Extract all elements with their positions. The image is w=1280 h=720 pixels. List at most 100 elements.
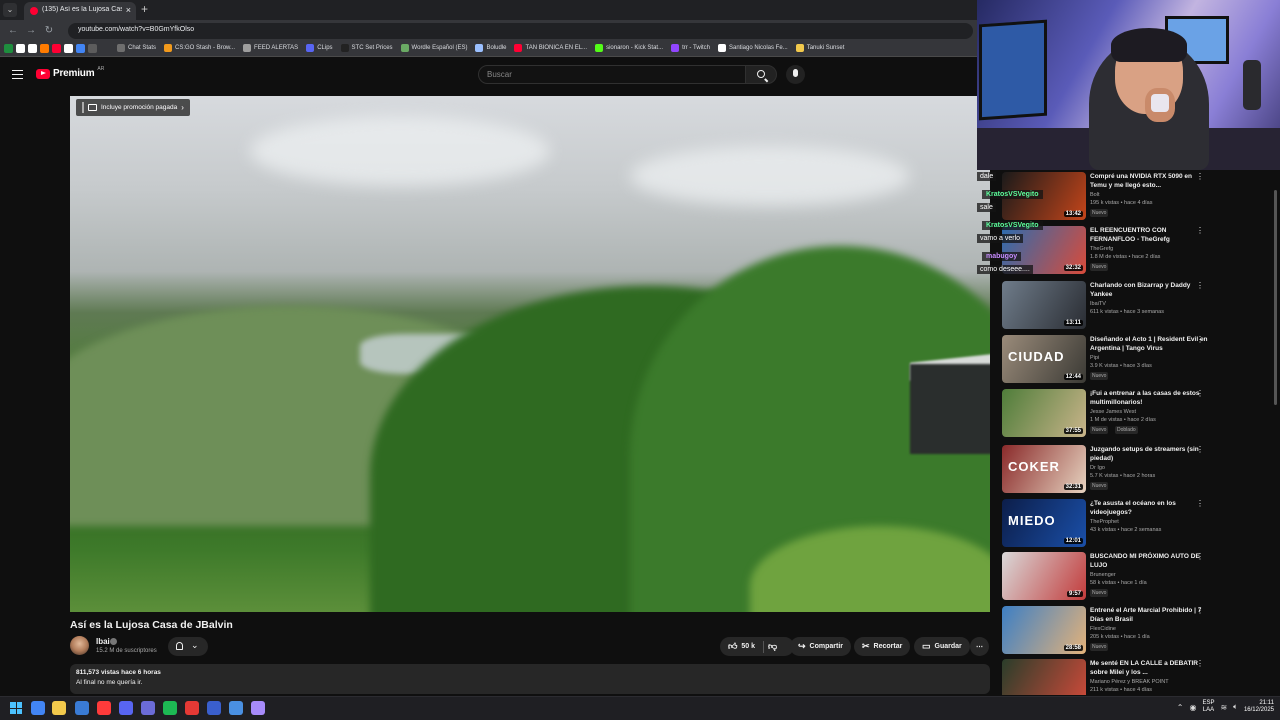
recommended-video[interactable]: MIEDO 12:01 ¿Te asusta el océano en los vi… <box>1002 499 1262 549</box>
recommended-video[interactable]: Me senté EN LA CALLE a DEBATIR sobre Mil… <box>1002 659 1262 695</box>
video-menu-icon[interactable]: ⋮ <box>1196 552 1204 561</box>
voice-search-mic-icon[interactable] <box>786 65 805 84</box>
bookmark-item[interactable]: Santiago Nicolas Fe... <box>717 44 788 52</box>
video-thumbnail[interactable]: 28:58 <box>1002 606 1086 654</box>
taskbar-app-icon[interactable] <box>119 701 133 715</box>
recommended-video[interactable]: CIUDAD 12:44 Diseñando el Acto 1 | Residen… <box>1002 335 1262 385</box>
channel-name[interactable]: Jesse James West <box>1090 409 1136 415</box>
video-thumbnail[interactable]: CIUDAD 12:44 <box>1002 335 1086 383</box>
tab-close-icon[interactable]: × <box>126 5 131 15</box>
reload-icon[interactable]: ↻ <box>42 24 56 38</box>
search-button[interactable] <box>745 65 777 84</box>
recommended-video[interactable]: 28:58 Entrené el Arte Marcial Prohibido |… <box>1002 606 1262 656</box>
share-button[interactable]: ↪ Compartir <box>790 637 851 656</box>
video-menu-icon[interactable]: ⋮ <box>1196 445 1204 454</box>
tab-search-button[interactable]: ⌄ <box>3 3 17 17</box>
video-title[interactable]: Diseñando el Acto 1 | Resident Evil en A… <box>1090 335 1210 353</box>
taskbar-app-icon[interactable] <box>75 701 89 715</box>
bookmark-shortcut-icon[interactable] <box>40 44 49 53</box>
taskbar-app-icon[interactable] <box>207 701 221 715</box>
menu-icon[interactable] <box>12 70 23 79</box>
like-count[interactable]: 50 k <box>741 643 755 650</box>
recommended-video[interactable]: COKER 32:31 Juzgando setups de streamers (… <box>1002 445 1262 495</box>
youtube-premium-logo[interactable]: Premium AR <box>36 66 104 79</box>
bookmark-shortcut-icon[interactable] <box>16 44 25 53</box>
subscription-bell-button[interactable]: ⌄ <box>168 637 208 656</box>
channel-name[interactable]: TheGrefg <box>1090 246 1113 252</box>
video-title[interactable]: Me senté EN LA CALLE a DEBATIR sobre Mil… <box>1090 659 1210 677</box>
channel-name[interactable]: IbaiTV <box>1090 301 1106 307</box>
bookmark-item[interactable]: CLips <box>306 44 333 52</box>
new-tab-button[interactable]: + <box>141 2 148 16</box>
bookmark-shortcut-icon[interactable] <box>52 44 61 53</box>
network-icon[interactable]: ◉ <box>1189 703 1196 712</box>
taskbar-app-icon[interactable] <box>141 701 155 715</box>
more-actions-button[interactable]: ⋯ <box>970 637 989 656</box>
channel-name[interactable]: Brunenger <box>1090 572 1116 578</box>
bookmark-shortcut-icon[interactable] <box>88 44 97 53</box>
volume-icon[interactable]: 🔈︎ <box>1233 702 1238 712</box>
chevron-up-icon[interactable]: ⌃ <box>1177 703 1184 712</box>
channel-avatar[interactable] <box>70 636 89 655</box>
video-menu-icon[interactable]: ⋮ <box>1196 389 1204 398</box>
taskbar-app-icon[interactable] <box>251 701 265 715</box>
video-menu-icon[interactable]: ⋮ <box>1196 606 1204 615</box>
bookmark-item[interactable]: trr - Twitch <box>671 44 710 52</box>
paid-promotion-badge[interactable]: Incluye promoción pagada › <box>76 99 190 116</box>
channel-name[interactable]: Ibai <box>96 637 110 646</box>
channel-name[interactable]: Pipi <box>1090 355 1099 361</box>
save-button[interactable]: ▭ Guardar <box>914 637 970 656</box>
taskbar-app-icon[interactable] <box>31 701 45 715</box>
channel-name[interactable]: FlexCidine <box>1090 626 1116 632</box>
bookmark-item[interactable]: CS:GO Stash - Brow... <box>164 44 235 52</box>
language-indicator[interactable]: ESP LAA <box>1202 700 1214 714</box>
video-thumbnail[interactable]: 13:11 <box>1002 281 1086 329</box>
back-icon[interactable]: ← <box>6 24 20 38</box>
bookmark-shortcut-icon[interactable] <box>28 44 37 53</box>
video-title[interactable]: ¿Te asusta el océano en los videojuegos? <box>1090 499 1210 517</box>
video-title[interactable]: Entrené el Arte Marcial Prohibido | 7 Dí… <box>1090 606 1210 624</box>
video-title[interactable]: EL REENCUENTRO CON FERNANFLOO - TheGrefg <box>1090 226 1210 244</box>
channel-name[interactable]: TheProphet <box>1090 519 1119 525</box>
bookmark-item[interactable]: STC Set Prices <box>340 44 393 52</box>
bookmark-item[interactable]: Tanuki Sunset <box>795 44 844 52</box>
taskbar-app-icon[interactable] <box>229 701 243 715</box>
video-thumbnail[interactable]: 37:55 <box>1002 389 1086 437</box>
clock[interactable]: 21:11 16/12/2025 <box>1244 700 1274 714</box>
bookmark-item[interactable]: Wordle Español (ES) <box>400 44 467 52</box>
bookmark-shortcut-icon[interactable] <box>76 44 85 53</box>
video-title[interactable]: Juzgando setups de streamers (sin piedad… <box>1090 445 1210 463</box>
video-menu-icon[interactable]: ⋮ <box>1196 499 1204 508</box>
thumbs-down-icon[interactable]: 👎︎ <box>768 641 777 652</box>
video-menu-icon[interactable]: ⋮ <box>1196 172 1204 181</box>
video-player[interactable]: Incluye promoción pagada › <box>70 96 990 612</box>
taskbar-app-icon[interactable] <box>185 701 199 715</box>
video-thumbnail[interactable]: 9:57 <box>1002 552 1086 600</box>
video-thumbnail[interactable]: COKER 32:31 <box>1002 445 1086 493</box>
search-input[interactable]: Buscar <box>478 65 746 84</box>
bookmark-item[interactable]: Boludle <box>475 44 506 52</box>
clip-button[interactable]: ✂ Recortar <box>854 637 911 656</box>
channel-name[interactable]: Bolt <box>1090 192 1099 198</box>
video-title[interactable]: Charlando con Bizarrap y Daddy Yankee <box>1090 281 1210 299</box>
video-thumbnail[interactable] <box>1002 659 1086 695</box>
bookmark-shortcut-icon[interactable] <box>4 44 13 53</box>
windows-start-icon[interactable] <box>10 702 22 714</box>
forward-icon[interactable]: → <box>24 24 38 38</box>
video-thumbnail[interactable]: MIEDO 12:01 <box>1002 499 1086 547</box>
recommended-video[interactable]: 9:57 BUSCANDO MI PRÓXIMO AUTO DE LUJO Brun… <box>1002 552 1262 602</box>
bookmark-item[interactable]: sionaron - Kick Stat... <box>595 44 663 52</box>
channel-name[interactable]: Mariano Pérez y BREAK POINT <box>1090 679 1169 685</box>
taskbar-app-icon[interactable] <box>163 701 177 715</box>
bookmark-shortcut-icon[interactable] <box>64 44 73 53</box>
bookmark-item[interactable]: FEED ALERTAS <box>243 44 298 52</box>
bookmark-item[interactable]: Chat Stats <box>117 44 156 52</box>
video-title[interactable]: Compré una NVIDIA RTX 5090 en Temu y me … <box>1090 172 1210 190</box>
taskbar-app-icon[interactable] <box>52 701 66 715</box>
description-box[interactable]: 811,573 vistas hace 6 horas Al final no … <box>70 664 990 694</box>
video-menu-icon[interactable]: ⋮ <box>1196 335 1204 344</box>
channel-name[interactable]: Dr Igo <box>1090 465 1105 471</box>
video-menu-icon[interactable]: ⋮ <box>1196 281 1204 290</box>
thumbs-up-icon[interactable]: 👍︎ <box>728 641 737 652</box>
video-title[interactable]: BUSCANDO MI PRÓXIMO AUTO DE LUJO <box>1090 552 1210 570</box>
